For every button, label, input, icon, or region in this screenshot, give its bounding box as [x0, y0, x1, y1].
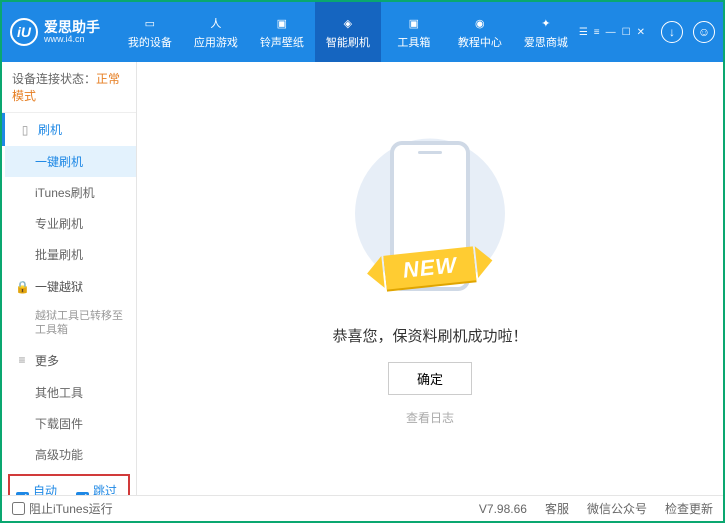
flash-icon: ◈	[339, 14, 357, 32]
connection-state: 设备连接状态：正常模式	[2, 62, 136, 113]
sidebar-item-itunes[interactable]: iTunes刷机	[5, 177, 136, 208]
lock-icon: 🔒	[15, 280, 29, 294]
sidebar-item-advanced[interactable]: 高级功能	[5, 439, 136, 470]
nav-my-device[interactable]: ▭ 我的设备	[117, 2, 183, 62]
checkbox-block-itunes[interactable]: 阻止iTunes运行	[12, 500, 113, 517]
user-icon[interactable]: ☺	[693, 21, 715, 43]
nav-toolbox[interactable]: ▣ 工具箱	[381, 2, 447, 62]
sidebar: 设备连接状态：正常模式 ▯ 刷机 一键刷机 iTunes刷机 专业刷机 批量刷机…	[2, 62, 137, 495]
success-message: 恭喜您，保资料刷机成功啦！	[332, 325, 527, 346]
title-bar: iU 爱思助手 www.i4.cn ▭ 我的设备 人 应用游戏 ▣ 铃声壁纸 ◈…	[2, 2, 723, 62]
minimize-icon[interactable]: —	[606, 27, 616, 38]
close-icon[interactable]: ✕	[637, 27, 645, 38]
phone-icon: ▭	[141, 14, 159, 32]
nav-ringtone[interactable]: ▣ 铃声壁纸	[249, 2, 315, 62]
main-content: NEW 恭喜您，保资料刷机成功啦！ 确定 查看日志	[137, 62, 723, 495]
nav-flash[interactable]: ◈ 智能刷机	[315, 2, 381, 62]
list-icon[interactable]: ≡	[594, 27, 600, 38]
section-more-head[interactable]: ≡ 更多	[5, 344, 136, 377]
version-label: V7.98.66	[479, 502, 527, 516]
section-flash-head[interactable]: ▯ 刷机	[2, 113, 136, 146]
top-nav: ▭ 我的设备 人 应用游戏 ▣ 铃声壁纸 ◈ 智能刷机 ▣ 工具箱 ◉ 教程中心	[117, 2, 579, 62]
view-log-link[interactable]: 查看日志	[406, 409, 454, 426]
section-more: ≡ 更多 其他工具 下载固件 高级功能	[2, 344, 136, 470]
sidebar-item-oneclick[interactable]: 一键刷机	[5, 146, 136, 177]
apps-icon: 人	[207, 14, 225, 32]
ok-button[interactable]: 确定	[388, 362, 472, 395]
nav-tutorial[interactable]: ◉ 教程中心	[447, 2, 513, 62]
phone-outline-icon: ▯	[18, 123, 32, 137]
menu-icon[interactable]: ☰	[579, 27, 588, 38]
checkbox-skip-guide[interactable]: 跳过向导	[76, 482, 122, 495]
section-flash: ▯ 刷机 一键刷机 iTunes刷机 专业刷机 批量刷机	[2, 113, 136, 270]
support-link[interactable]: 客服	[545, 500, 569, 517]
brand-url: www.i4.cn	[44, 34, 100, 45]
brand: iU 爱思助手 www.i4.cn	[10, 18, 117, 46]
success-illustration: NEW	[330, 131, 530, 311]
toolbox-icon: ▣	[405, 14, 423, 32]
status-bar: 阻止iTunes运行 V7.98.66 客服 微信公众号 检查更新	[2, 495, 723, 521]
section-jailbreak: 🔒 一键越狱 越狱工具已转移至工具箱	[2, 270, 136, 344]
store-icon: ✦	[537, 14, 555, 32]
wallpaper-icon: ▣	[273, 14, 291, 32]
sidebar-item-batch[interactable]: 批量刷机	[5, 239, 136, 270]
logo-icon: iU	[10, 18, 38, 46]
sidebar-item-pro[interactable]: 专业刷机	[5, 208, 136, 239]
options-highlight: 自动激活 跳过向导	[8, 474, 130, 495]
brand-title: 爱思助手	[44, 20, 100, 34]
app-window: iU 爱思助手 www.i4.cn ▭ 我的设备 人 应用游戏 ▣ 铃声壁纸 ◈…	[0, 0, 725, 523]
jailbreak-note: 越狱工具已转移至工具箱	[5, 303, 136, 344]
checkbox-auto-activate[interactable]: 自动激活	[16, 482, 62, 495]
wechat-link[interactable]: 微信公众号	[587, 500, 647, 517]
download-icon[interactable]: ↓	[661, 21, 683, 43]
update-link[interactable]: 检查更新	[665, 500, 713, 517]
more-icon: ≡	[15, 353, 29, 367]
tutorial-icon: ◉	[471, 14, 489, 32]
sidebar-item-download[interactable]: 下载固件	[5, 408, 136, 439]
maximize-icon[interactable]: ☐	[622, 27, 631, 38]
sidebar-item-other[interactable]: 其他工具	[5, 377, 136, 408]
window-controls: ☰ ≡ — ☐ ✕ ↓ ☺	[579, 21, 715, 43]
nav-apps[interactable]: 人 应用游戏	[183, 2, 249, 62]
body: 设备连接状态：正常模式 ▯ 刷机 一键刷机 iTunes刷机 专业刷机 批量刷机…	[2, 62, 723, 495]
nav-store[interactable]: ✦ 爱思商城	[513, 2, 579, 62]
section-jailbreak-head[interactable]: 🔒 一键越狱	[5, 270, 136, 303]
